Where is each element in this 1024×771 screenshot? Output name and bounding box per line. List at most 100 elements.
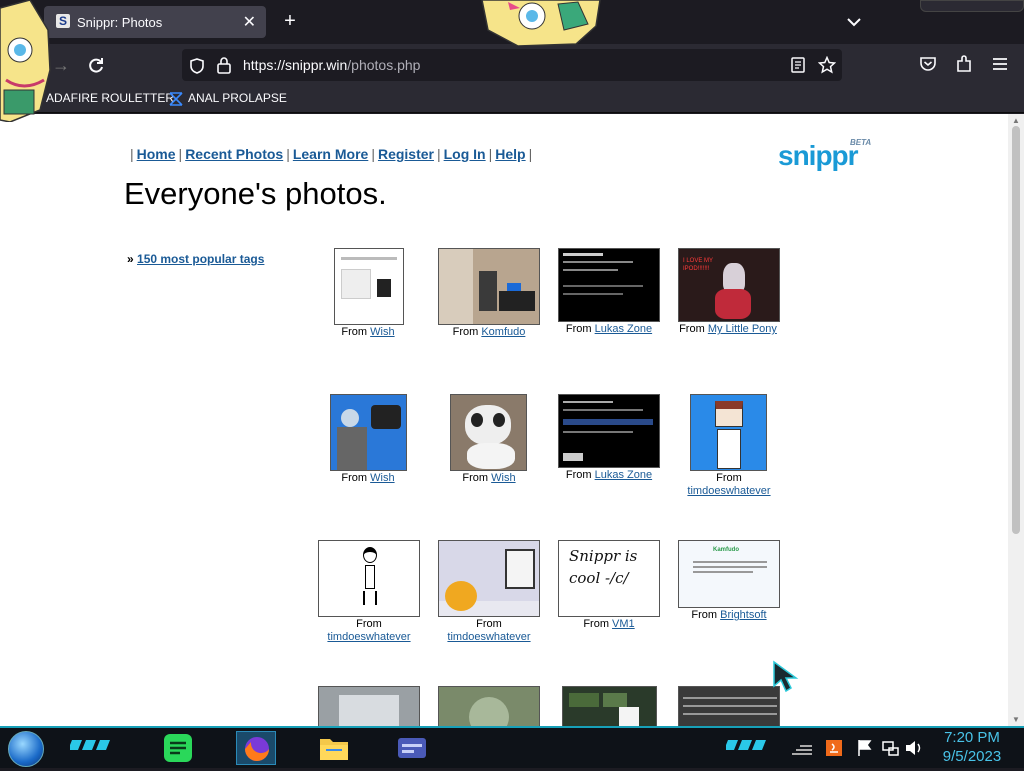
- bookmark-adafire-roulette[interactable]: ADAFIRE ROULETTER: [46, 91, 174, 105]
- photo-source-link[interactable]: VM1: [612, 618, 635, 630]
- from-label: From: [462, 472, 489, 484]
- photo-source-link[interactable]: Brightsoft: [720, 609, 766, 621]
- show-hidden-icons-icon[interactable]: [790, 740, 814, 758]
- taskbar-firefox[interactable]: [236, 731, 276, 765]
- nav-link-log-in[interactable]: Log In: [444, 146, 486, 162]
- scrollbar-thumb[interactable]: [1012, 126, 1020, 534]
- from-label: From: [452, 326, 479, 338]
- popular-tags-link[interactable]: 150 most popular tags: [137, 252, 264, 266]
- from-label: From: [476, 618, 502, 630]
- photo-thumbnail[interactable]: I LOVE MY IPOD!!!!!!!: [678, 248, 780, 322]
- start-button[interactable]: [8, 731, 44, 767]
- tab-snippr-photos[interactable]: S Snippr: Photos ✕: [44, 6, 266, 38]
- photo-caption: From timdoeswhatever: [318, 618, 420, 644]
- photo-caption: From timdoeswhatever: [678, 472, 780, 498]
- photo-item: [562, 686, 657, 726]
- new-tab-button[interactable]: +: [280, 10, 300, 32]
- thumb-site-name: Kamfudo: [713, 547, 739, 553]
- photo-thumbnail[interactable]: [318, 686, 420, 726]
- bookmarks-toolbar: ADAFIRE ROULETTER ANAL PROLAPSE: [0, 86, 1024, 113]
- photo-thumbnail[interactable]: [438, 248, 540, 325]
- tab-close-icon[interactable]: ✕: [243, 12, 256, 32]
- thumb-caption-text: I LOVE MY IPOD!!!!!!!: [683, 258, 713, 272]
- photo-thumbnail[interactable]: Kamfudo: [678, 540, 780, 608]
- character-sticker-left: [0, 0, 52, 123]
- nav-link-learn-more[interactable]: Learn More: [293, 146, 368, 162]
- photo-item: From Lukas Zone: [558, 248, 660, 348]
- taskbar-notes-app[interactable]: [158, 731, 198, 765]
- photo-source-link[interactable]: Lukas Zone: [595, 469, 652, 481]
- photo-thumbnail[interactable]: [438, 540, 540, 617]
- extensions-icon[interactable]: [954, 54, 974, 74]
- window-app-icon: [398, 738, 426, 758]
- photo-thumbnail[interactable]: [562, 686, 657, 726]
- hamburger-menu-icon[interactable]: [990, 54, 1010, 74]
- photo-thumbnail[interactable]: [450, 394, 527, 471]
- photo-source-link[interactable]: My Little Pony: [708, 323, 777, 335]
- photo-item: [438, 686, 540, 726]
- page-scrollbar[interactable]: ▲ ▼: [1008, 114, 1024, 726]
- network-icon[interactable]: [880, 738, 900, 758]
- reader-view-icon[interactable]: [790, 57, 806, 73]
- bookmark-anal-prolapse[interactable]: ANAL PROLAPSE: [188, 91, 287, 105]
- photo-thumbnail[interactable]: [558, 394, 660, 468]
- lock-icon[interactable]: [216, 56, 232, 74]
- photo-item: [678, 686, 780, 726]
- photo-thumbnail[interactable]: [318, 540, 420, 617]
- snippr-logo[interactable]: snippr BETA: [778, 138, 878, 174]
- taskbar-file-explorer[interactable]: [314, 731, 354, 765]
- photo-thumbnail[interactable]: [690, 394, 767, 471]
- photo-source-link[interactable]: timdoeswhatever: [447, 631, 530, 643]
- site-navigation: | Home | Recent Photos | Learn More | Register |…: [130, 146, 533, 162]
- url-path: /photos.php: [347, 57, 421, 73]
- photo-source-link[interactable]: timdoeswhatever: [687, 485, 770, 497]
- photo-item: Snippr is cool -/c/ From VM1: [558, 540, 660, 640]
- from-label: From: [679, 323, 705, 335]
- reload-icon: [89, 58, 103, 73]
- character-sticker-top: [478, 0, 604, 47]
- browser-window: S Snippr: Photos ✕ + → https://snippr.wi…: [0, 0, 1024, 768]
- nav-link-register[interactable]: Register: [378, 146, 434, 162]
- photo-source-link[interactable]: Lukas Zone: [595, 323, 652, 335]
- bookmark-star-icon[interactable]: [818, 56, 836, 74]
- clock-time: 7:20 PM: [944, 729, 1000, 746]
- volume-icon[interactable]: [904, 738, 924, 758]
- photo-source-link[interactable]: Wish: [370, 472, 394, 484]
- reload-button[interactable]: [85, 54, 107, 76]
- url-text[interactable]: https://snippr.win/photos.php: [243, 57, 420, 73]
- flag-icon[interactable]: [856, 738, 874, 758]
- photo-thumbnail[interactable]: [678, 686, 780, 726]
- mouse-cursor-icon: [773, 660, 799, 693]
- photo-thumbnail[interactable]: [438, 686, 540, 726]
- shield-icon[interactable]: [188, 57, 206, 75]
- photo-source-link[interactable]: Wish: [491, 472, 515, 484]
- photo-source-link[interactable]: Wish: [370, 326, 394, 338]
- nav-link-help[interactable]: Help: [495, 146, 525, 162]
- url-bar[interactable]: https://snippr.win/photos.php: [182, 49, 842, 81]
- photo-source-link[interactable]: timdoeswhatever: [327, 631, 410, 643]
- photo-thumbnail[interactable]: [330, 394, 407, 471]
- scroll-up-arrow-icon[interactable]: ▲: [1012, 116, 1020, 125]
- back-button[interactable]: →: [50, 54, 72, 76]
- photo-thumbnail[interactable]: [334, 248, 404, 325]
- url-host: https://snippr.win: [243, 57, 348, 73]
- taskbar-app-window[interactable]: [392, 731, 432, 765]
- nav-link-home[interactable]: Home: [137, 146, 176, 162]
- photo-thumbnail[interactable]: Snippr is cool -/c/: [558, 540, 660, 617]
- system-clock[interactable]: 7:20 PM 9/5/2023: [934, 728, 1010, 766]
- photo-caption: From Wish: [318, 326, 418, 339]
- nav-link-recent-photos[interactable]: Recent Photos: [185, 146, 283, 162]
- from-label: From: [356, 618, 382, 630]
- photo-thumbnail[interactable]: [558, 248, 660, 322]
- scroll-down-arrow-icon[interactable]: ▼: [1012, 715, 1020, 724]
- java-update-icon[interactable]: [824, 738, 844, 758]
- taskbar-decoration-icon: [726, 740, 766, 750]
- photo-source-link[interactable]: Komfudo: [481, 326, 525, 338]
- photo-caption: From Lukas Zone: [558, 323, 660, 336]
- pocket-icon[interactable]: [918, 54, 938, 74]
- photo-item: From Wish: [318, 248, 418, 348]
- chevron-down-icon: [847, 18, 861, 27]
- list-all-tabs-button[interactable]: [844, 12, 864, 32]
- handwritten-note-text: Snippr is cool -/c/: [569, 547, 638, 587]
- clock-date: 9/5/2023: [942, 748, 1002, 765]
